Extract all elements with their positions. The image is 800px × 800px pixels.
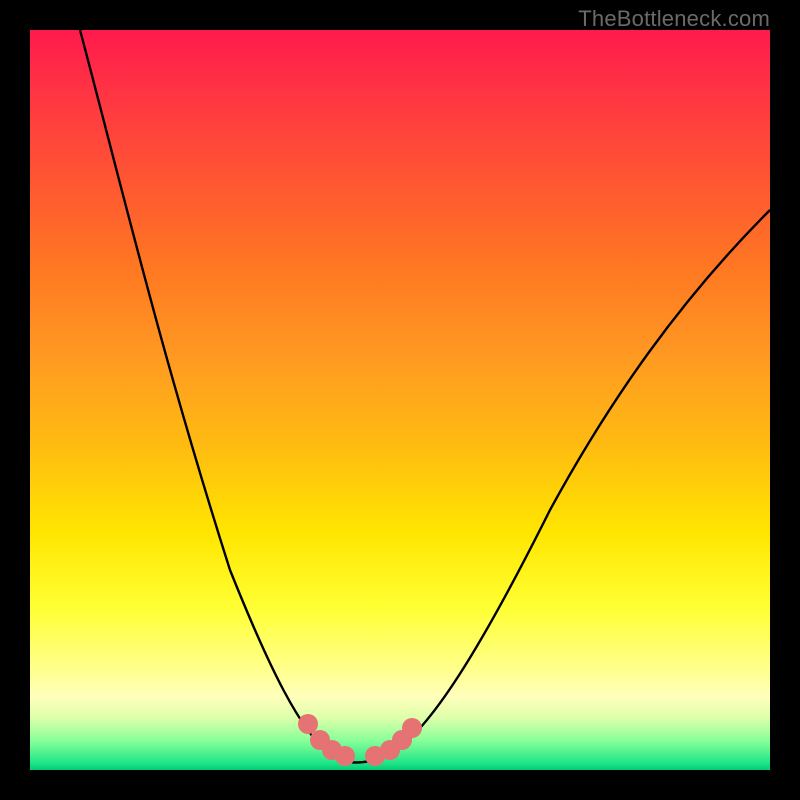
plot-area (30, 30, 770, 770)
curve-layer (30, 30, 770, 770)
highlight-dots (298, 714, 422, 766)
curve-path (80, 30, 770, 763)
bottleneck-curve (80, 30, 770, 763)
dot-icon (402, 718, 422, 738)
dot-icon (298, 714, 318, 734)
watermark-text: TheBottleneck.com (578, 6, 770, 32)
dot-icon (335, 746, 355, 766)
